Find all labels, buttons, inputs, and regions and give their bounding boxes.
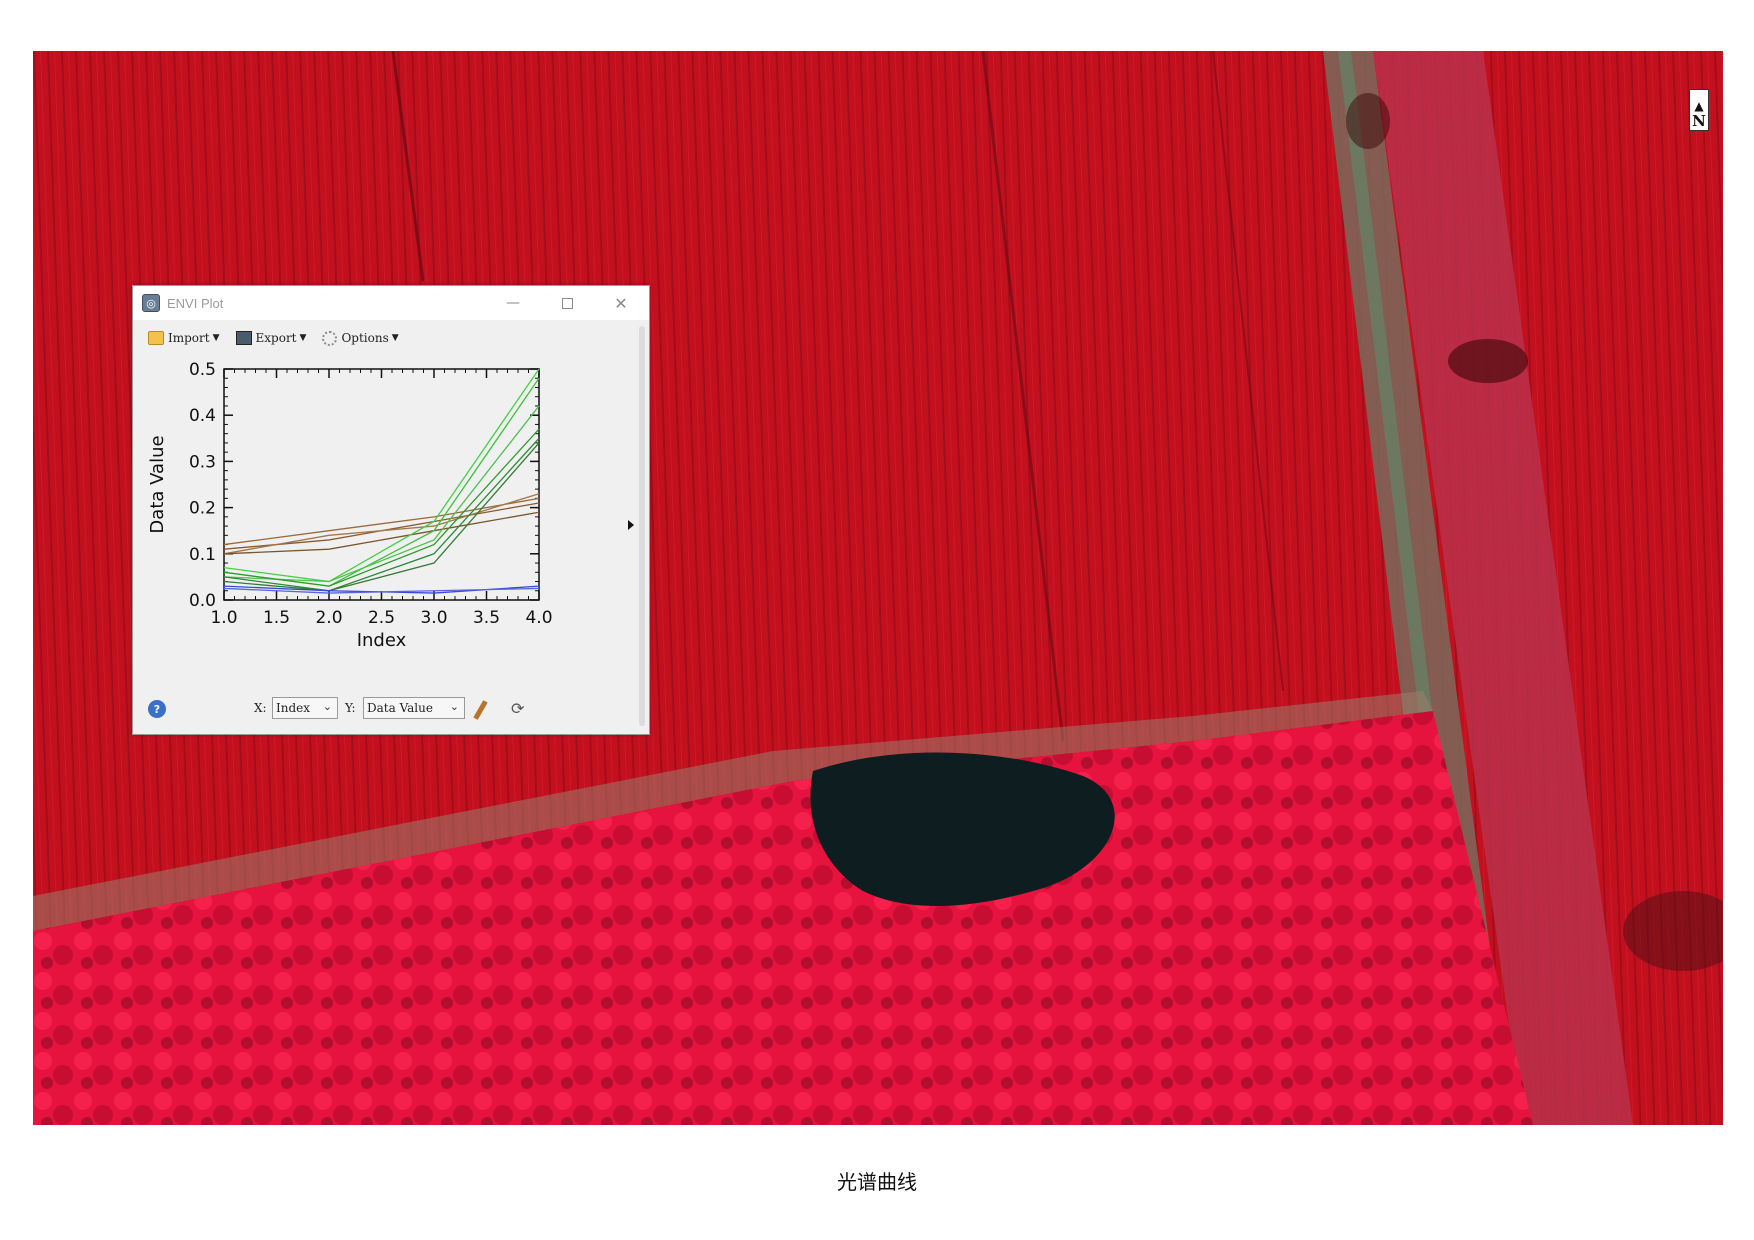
y-tick-label: 0.1 (189, 545, 216, 565)
maximize-button[interactable] (541, 286, 593, 320)
x-axis-select-value: Index (276, 701, 311, 715)
x-tick-label: 4.0 (525, 608, 552, 628)
chevron-down-icon: ⌄ (322, 700, 332, 713)
import-label: Import (168, 331, 210, 345)
y-tick-label: 0.3 (189, 452, 216, 472)
chevron-down-icon: ⌄ (449, 700, 459, 713)
envi-app-icon: ◎ (142, 294, 160, 312)
help-icon[interactable]: ? (148, 700, 166, 718)
y-axis-selector-label: Y: (345, 701, 356, 715)
maximize-icon (561, 297, 573, 309)
plot-controls: ? X: Index ⌄ Y: Data Value ⌄ ⟳ (133, 694, 637, 724)
pen-icon[interactable] (473, 700, 488, 720)
save-disk-icon (235, 331, 252, 345)
x-axis-selector-label: X: (254, 701, 267, 715)
y-axis-select-value: Data Value (367, 701, 433, 715)
north-arrow-icon: ▲ N (1689, 89, 1709, 131)
x-tick-label: 1.5 (263, 608, 290, 628)
x-axis-title: Index (357, 630, 407, 651)
spectral-plot[interactable]: 0.00.10.20.30.40.5 1.0 1.5 2.0 2.5 3.0 3.5 4.0… (133, 356, 633, 694)
y-tick-label: 0.2 (189, 499, 216, 519)
x-tick-label: 3.5 (473, 608, 500, 628)
y-axis-title: Data Value (147, 435, 168, 533)
dropdown-caret-icon: ▼ (391, 333, 399, 343)
y-tick-label: 0.5 (189, 360, 216, 380)
toolbar: Import ▼ Export ▼ Options ▼ (133, 320, 637, 356)
refresh-icon[interactable]: ⟳ (511, 699, 524, 718)
close-icon: ✕ (614, 293, 628, 313)
title-bar[interactable]: ◎ ENVI Plot — ✕ (133, 286, 649, 320)
minimize-icon: — (506, 295, 520, 311)
gear-icon (322, 330, 338, 346)
minimize-button[interactable]: — (487, 286, 539, 320)
x-tick-label: 2.0 (315, 608, 342, 628)
window-title: ENVI Plot (167, 295, 224, 311)
x-axis-select[interactable]: Index ⌄ (272, 697, 338, 719)
options-label: Options (341, 331, 389, 345)
dropdown-caret-icon: ▼ (212, 333, 220, 343)
import-menu-button[interactable]: Import ▼ (148, 331, 220, 345)
north-label: N (1692, 112, 1706, 130)
y-tick-label: 0.4 (189, 406, 216, 426)
export-label: Export (255, 331, 297, 345)
close-button[interactable]: ✕ (595, 286, 647, 320)
y-axis-select[interactable]: Data Value ⌄ (363, 697, 465, 719)
folder-icon (148, 331, 164, 345)
vertical-scrollbar[interactable] (639, 326, 645, 726)
x-tick-label: 2.5 (368, 608, 395, 628)
export-menu-button[interactable]: Export ▼ (235, 331, 307, 345)
options-menu-button[interactable]: Options ▼ (322, 330, 399, 346)
x-tick-label: 1.0 (210, 608, 237, 628)
x-tick-label: 3.0 (420, 608, 447, 628)
figure-caption: 光谱曲线 (837, 1170, 917, 1194)
envi-plot-window: ◎ ENVI Plot — ✕ Import ▼ Export ▼ Option… (132, 285, 650, 735)
expand-arrow-icon[interactable] (628, 520, 634, 530)
dropdown-caret-icon: ▼ (299, 333, 307, 343)
